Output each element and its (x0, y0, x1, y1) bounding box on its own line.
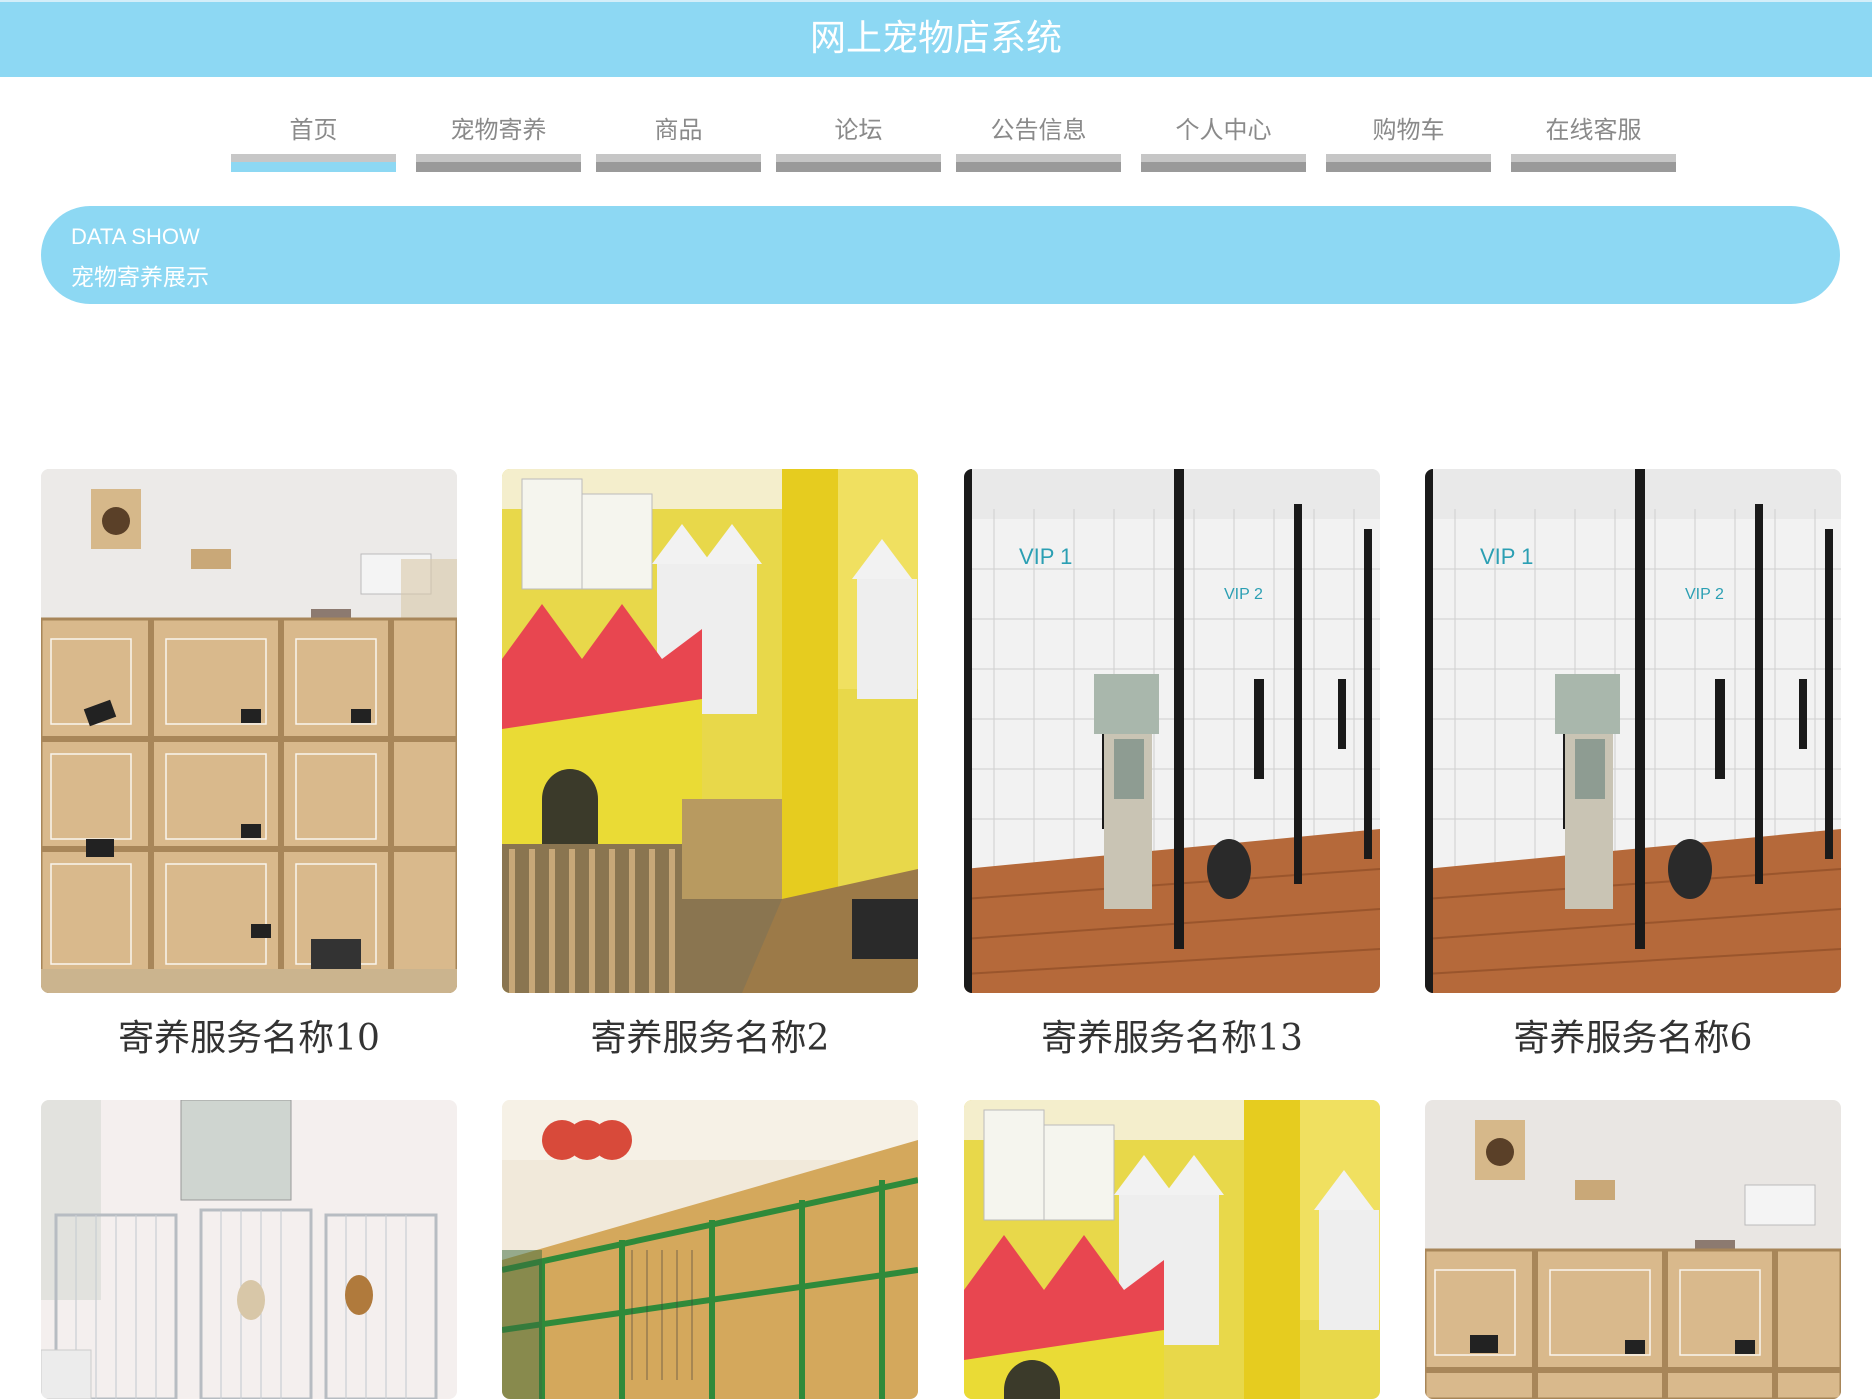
boarding-title[interactable]: 寄养服务名称13 (964, 1009, 1380, 1061)
nav-item-products[interactable]: 商品 (596, 100, 761, 172)
nav-underline (416, 154, 581, 172)
banner-title: 宠物寄养展示 (71, 265, 209, 291)
nav-underline (776, 154, 941, 172)
nav-item-forum[interactable]: 论坛 (776, 100, 941, 172)
nav-item-label: 宠物寄养 (450, 116, 547, 144)
svg-text:VIP 2: VIP 2 (1685, 586, 1724, 603)
nav-underline (596, 154, 761, 172)
svg-text:VIP 2: VIP 2 (1224, 586, 1263, 603)
svg-text:VIP 1: VIP 1 (1480, 544, 1533, 569)
boarding-image[interactable] (1425, 1100, 1841, 1399)
boarding-title[interactable]: 寄养服务名称6 (1425, 1009, 1841, 1061)
nav-item-personal-center[interactable]: 个人中心 (1141, 100, 1306, 172)
boarding-image[interactable] (502, 1100, 918, 1399)
nav-underline (231, 154, 396, 172)
nav-underline (956, 154, 1121, 172)
nav-item-label: 公告信息 (990, 116, 1087, 144)
nav-item-cart[interactable]: 购物车 (1326, 100, 1491, 172)
nav-item-pet-boarding[interactable]: 宠物寄养 (416, 100, 581, 172)
nav-item-label: 购物车 (1372, 116, 1445, 144)
nav-underline (1511, 154, 1676, 172)
nav-item-online-service[interactable]: 在线客服 (1511, 100, 1676, 172)
boarding-image[interactable] (41, 1100, 457, 1399)
nav-underline (1141, 154, 1306, 172)
nav-underline (1326, 154, 1491, 172)
boarding-title[interactable]: 寄养服务名称10 (41, 1009, 457, 1061)
boarding-image[interactable] (964, 1100, 1380, 1399)
nav-item-label: 在线客服 (1545, 116, 1642, 144)
nav-item-label: 首页 (289, 116, 338, 144)
nav-item-label: 商品 (654, 116, 703, 144)
nav-item-label: 论坛 (834, 116, 883, 144)
boarding-title[interactable]: 寄养服务名称2 (502, 1009, 918, 1061)
nav-item-home[interactable]: 首页 (231, 100, 396, 172)
main-nav: 首页 宠物寄养 商品 论坛 公告信息 个人中心 购物车 在线客服 (0, 100, 1872, 172)
svg-text:VIP 1: VIP 1 (1019, 544, 1072, 569)
boarding-image[interactable] (502, 469, 918, 993)
boarding-image[interactable]: VIP 1 VIP 2 (1425, 469, 1841, 993)
section-banner: DATA SHOW 宠物寄养展示 (41, 206, 1840, 304)
site-title: 网上宠物店系统 (809, 18, 1062, 59)
nav-item-announcements[interactable]: 公告信息 (956, 100, 1121, 172)
boarding-image[interactable]: VIP 1 VIP 2 (964, 469, 1380, 993)
boarding-image[interactable] (41, 469, 457, 993)
banner-subtitle: DATA SHOW (71, 224, 200, 249)
nav-item-label: 个人中心 (1175, 116, 1272, 144)
